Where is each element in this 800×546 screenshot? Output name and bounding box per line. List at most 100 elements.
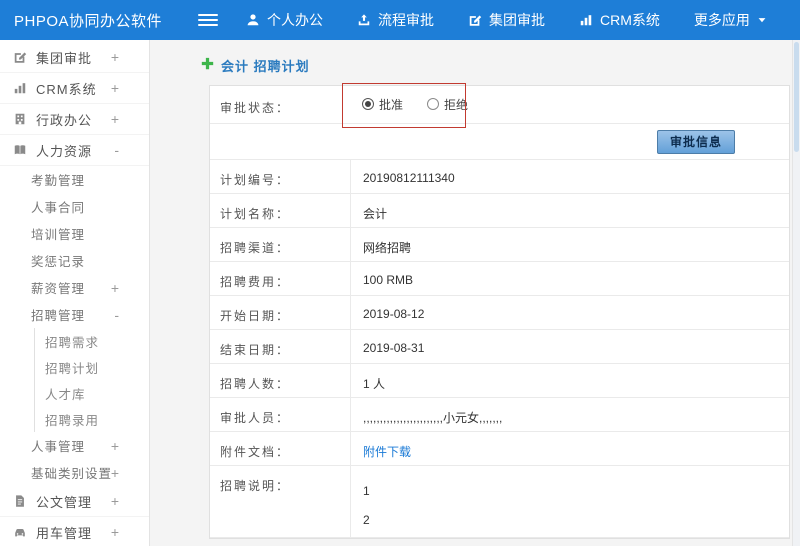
- nav-item-label: 流程审批: [378, 12, 434, 28]
- expand-plus-icon[interactable]: +: [111, 524, 120, 540]
- vertical-scrollbar[interactable]: [792, 40, 800, 546]
- table-row: 招聘渠道： 网络招聘: [210, 228, 789, 262]
- chart-icon: [13, 81, 27, 95]
- sidebar-item-group-approval[interactable]: 集团审批 +: [0, 42, 149, 73]
- table-row: 审批人员： ,,,,,,,,,,,,,,,,,,,,,,,,小元女,,,,,,,: [210, 398, 789, 432]
- field-value: 20190812111340: [350, 160, 789, 193]
- edit-icon: [468, 13, 482, 27]
- field-label: 附件文档：: [220, 445, 291, 459]
- car-icon: [13, 525, 27, 539]
- field-value: 100 RMB: [350, 262, 789, 295]
- detail-rows: 计划编号： 20190812111340 计划名称： 会计 招聘渠道： 网络招聘招聘费用：…: [210, 160, 789, 538]
- sidebar-item-label: 招聘管理: [31, 309, 86, 323]
- sidebar-item-human-resources[interactable]: 人力资源 -: [0, 135, 149, 166]
- sidebar-item-label: 公文管理: [36, 494, 93, 510]
- sidebar-item-training-mgmt[interactable]: 培训管理: [0, 220, 149, 247]
- collapse-minus-icon[interactable]: -: [114, 142, 120, 158]
- sidebar-item-label: 奖惩记录: [31, 255, 86, 269]
- doc-icon: [13, 494, 27, 508]
- approve-info-button[interactable]: 审批信息: [656, 129, 735, 154]
- field-label: 计划名称：: [220, 207, 291, 221]
- table-row: 开始日期： 2019-08-12: [210, 296, 789, 330]
- sidebar-item-base-category-settings[interactable]: 基础类别设置 +: [0, 459, 149, 486]
- sidebar-item-reward-records[interactable]: 奖惩记录: [0, 247, 149, 274]
- sidebar-item-admin-office[interactable]: 行政办公 +: [0, 104, 149, 135]
- nav-item-label: 更多应用: [693, 12, 750, 28]
- sidebar-item-label: 薪资管理: [31, 282, 86, 296]
- sidebar-item-label: 人事管理: [31, 440, 86, 454]
- field-label: 结束日期：: [220, 343, 291, 357]
- sidebar-item-recruitment-mgmt[interactable]: 招聘管理 -: [0, 301, 149, 328]
- phpoa-app-window: PHPOA协同办公软件 个人办公 流程审批 集团审批 CRM系统 更多应用 集团审批 + C…: [0, 0, 800, 546]
- radio-label: 拒绝: [444, 97, 469, 112]
- sidebar-item-personnel-mgmt[interactable]: 人事管理 +: [0, 432, 149, 459]
- sidebar-item-label: 招聘计划: [45, 361, 100, 376]
- nav-item-label: 个人办公: [267, 12, 323, 28]
- radio-option-approve[interactable]: 批准: [362, 96, 403, 113]
- expand-plus-icon[interactable]: +: [111, 80, 120, 96]
- field-value: 网络招聘: [350, 228, 789, 261]
- expand-plus-icon[interactable]: +: [111, 438, 120, 454]
- collapse-minus-icon[interactable]: -: [114, 307, 120, 323]
- table-row: 计划编号： 20190812111340: [210, 160, 789, 194]
- radio-label: 批准: [379, 97, 404, 112]
- sidebar-item-crm-system[interactable]: CRM系统 +: [0, 73, 149, 104]
- app-title: PHPOA协同办公软件: [14, 12, 163, 30]
- nav-item-crm-system[interactable]: CRM系统: [579, 10, 660, 30]
- sidebar-item-label: 人事合同: [31, 201, 86, 215]
- sidebar-item-recruitment-plan[interactable]: 招聘计划: [0, 354, 149, 380]
- sidebar-item-label: 人才库: [45, 387, 86, 402]
- radio-option-reject[interactable]: 拒绝: [427, 96, 468, 113]
- approve-button-row: 审批信息: [210, 124, 789, 160]
- nav-item-more-apps[interactable]: 更多应用: [694, 10, 767, 30]
- nav-item-group-approval[interactable]: 集团审批: [468, 10, 545, 30]
- expand-plus-icon[interactable]: +: [111, 111, 120, 127]
- nav-item-personal-office[interactable]: 个人办公: [246, 10, 323, 30]
- expand-plus-icon[interactable]: +: [111, 280, 120, 296]
- sidebar-item-attendance-mgmt[interactable]: 考勤管理: [0, 166, 149, 193]
- scrollbar-thumb[interactable]: [794, 42, 799, 152]
- radio-unselected-icon[interactable]: [427, 98, 440, 111]
- sidebar-item-label: 培训管理: [31, 228, 86, 242]
- field-value: ,,,,,,,,,,,,,,,,,,,,,,,,小元女,,,,,,,: [350, 398, 789, 431]
- person-icon: [246, 13, 260, 27]
- main-content: 会计 招聘计划 审批状态： 批准 拒绝 审批信息 计划编号： 20190812111…: [151, 40, 800, 546]
- sidebar-item-document-mgmt[interactable]: 公文管理 +: [0, 486, 149, 517]
- sidebar-item-recruitment-hire[interactable]: 招聘录用: [0, 406, 149, 432]
- field-value: 1 人: [350, 364, 789, 397]
- recruit-plan-detail-table: 审批状态： 批准 拒绝 审批信息 计划编号： 20190812111340 计划名称：…: [209, 83, 790, 539]
- approval-status-row: 审批状态： 批准 拒绝: [210, 83, 789, 128]
- sidebar-item-vehicle-mgmt[interactable]: 用车管理 +: [0, 517, 149, 546]
- field-value: 2019-08-31: [350, 330, 789, 363]
- sidebar-item-recruitment-demand[interactable]: 招聘需求: [0, 328, 149, 354]
- sidebar-item-hr-contracts[interactable]: 人事合同: [0, 193, 149, 220]
- nav-item-workflow-approval[interactable]: 流程审批: [357, 10, 434, 30]
- table-row: 招聘说明： 1 2: [210, 466, 789, 538]
- sidebar: 集团审批 + CRM系统 + 行政办公 + 人力资源 - 考勤管理 人事合同 培训管理 奖惩记录 薪资管…: [0, 40, 150, 546]
- table-row: 附件文档： 附件下载: [210, 432, 789, 466]
- expand-plus-icon[interactable]: +: [111, 465, 120, 481]
- sidebar-item-label: 人力资源: [36, 143, 93, 159]
- sidebar-item-talent-pool[interactable]: 人才库: [0, 380, 149, 406]
- chart-icon: [579, 13, 593, 27]
- sidebar-item-label: 行政办公: [36, 112, 93, 128]
- page-title: 会计 招聘计划: [221, 59, 310, 74]
- expand-plus-icon[interactable]: +: [111, 49, 120, 65]
- radio-group: 批准 拒绝: [362, 96, 492, 114]
- hamburger-menu-icon[interactable]: [198, 14, 218, 26]
- attachment-download-link[interactable]: 附件下载: [363, 445, 411, 459]
- table-row: 结束日期： 2019-08-31: [210, 330, 789, 364]
- book-icon: [13, 143, 27, 157]
- sidebar-item-salary-mgmt[interactable]: 薪资管理 +: [0, 274, 149, 301]
- expand-plus-icon[interactable]: +: [111, 493, 120, 509]
- field-label: 审批状态：: [220, 101, 291, 115]
- field-value: 附件下载: [350, 432, 789, 465]
- field-label: 招聘费用：: [220, 275, 291, 289]
- edit-icon: [13, 50, 27, 64]
- nav-item-label: CRM系统: [600, 12, 660, 28]
- radio-selected-icon[interactable]: [362, 98, 374, 111]
- sidebar-item-label: 集团审批: [36, 50, 93, 66]
- add-plus-icon: [201, 57, 214, 75]
- field-value: 会计: [350, 194, 789, 227]
- flow-icon: [357, 13, 371, 27]
